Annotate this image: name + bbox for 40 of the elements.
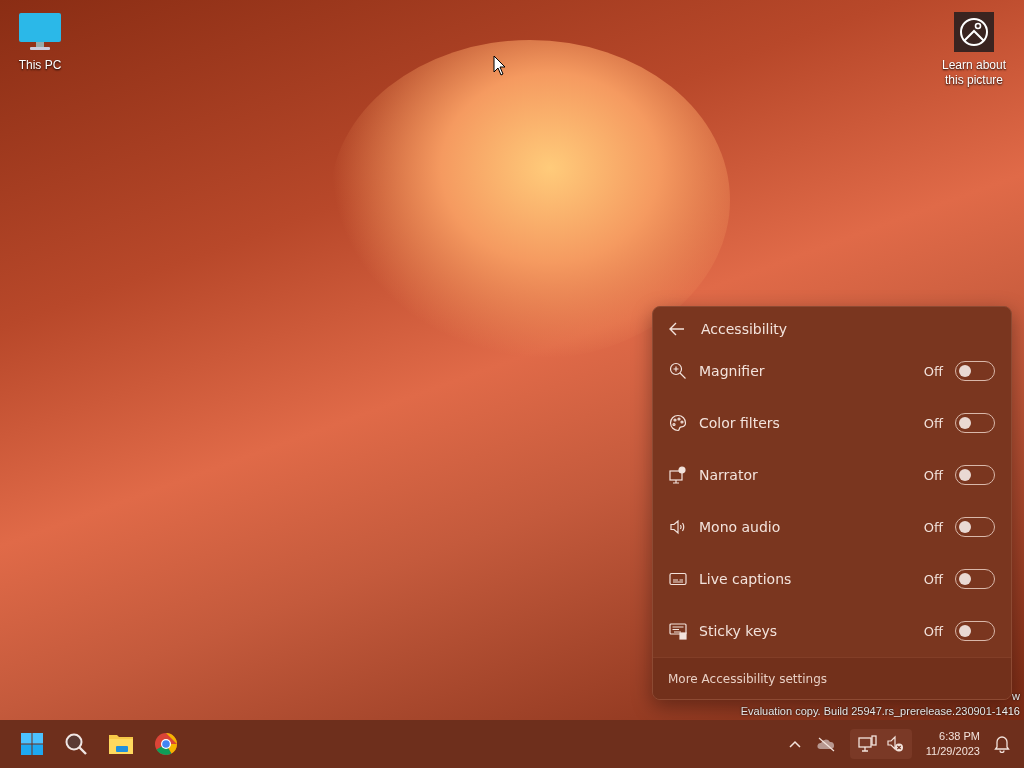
- quick-settings-button[interactable]: [849, 729, 912, 759]
- toggle-state-label: Off: [923, 467, 943, 483]
- clock-date: 11/29/2023: [925, 744, 980, 759]
- back-arrow-icon[interactable]: [669, 322, 685, 336]
- setting-name: Mono audio: [699, 519, 782, 535]
- clock[interactable]: 6:38 PM 11/29/2023: [925, 728, 980, 760]
- more-settings-link[interactable]: More Accessibility settings: [668, 672, 828, 686]
- palette-icon: [669, 414, 687, 432]
- flyout-title: Accessibility: [701, 321, 788, 337]
- toggle-state-label: Off: [923, 415, 943, 431]
- narrator-icon: [669, 466, 687, 484]
- browser-icon[interactable]: [154, 732, 178, 756]
- network-icon: [857, 735, 878, 753]
- setting-name: Live captions: [699, 571, 793, 587]
- speaker-muted-icon: [885, 735, 904, 753]
- monitor-icon[interactable]: [18, 12, 62, 52]
- setting-name: Color filters: [699, 415, 781, 431]
- chevron-up-icon[interactable]: [787, 739, 802, 749]
- keyboard-icon: [669, 622, 687, 640]
- desktop-icon-label[interactable]: This PC: [0, 58, 80, 73]
- mouse-pointer-icon: [493, 55, 507, 77]
- start-windows-icon[interactable]: [20, 732, 44, 756]
- desktop-icon-label[interactable]: Learn about this picture: [934, 58, 1014, 88]
- setting-name: Magnifier: [699, 363, 766, 379]
- evaluation-watermark-text: w: [1012, 689, 1020, 704]
- cloud-off-icon[interactable]: [815, 736, 836, 752]
- toggle-state-label: Off: [923, 571, 943, 587]
- toggle-state-label: Off: [923, 623, 943, 639]
- toggle-state-label: Off: [923, 519, 943, 535]
- magnifier-icon: [669, 362, 687, 380]
- speaker-icon: [669, 518, 687, 536]
- captions-icon: [669, 570, 687, 588]
- search-icon[interactable]: [64, 732, 88, 756]
- folder-icon[interactable]: [108, 732, 134, 756]
- setting-name: Narrator: [699, 467, 759, 483]
- clock-time: 6:38 PM: [939, 728, 980, 744]
- toggle-state-label: Off: [923, 363, 943, 379]
- notification-bell-icon[interactable]: [994, 735, 1010, 753]
- evaluation-watermark-text: Evaluation copy. Build 25947.rs_prerelease.230901-1416: [740, 703, 1020, 718]
- setting-name: Sticky keys: [699, 623, 779, 639]
